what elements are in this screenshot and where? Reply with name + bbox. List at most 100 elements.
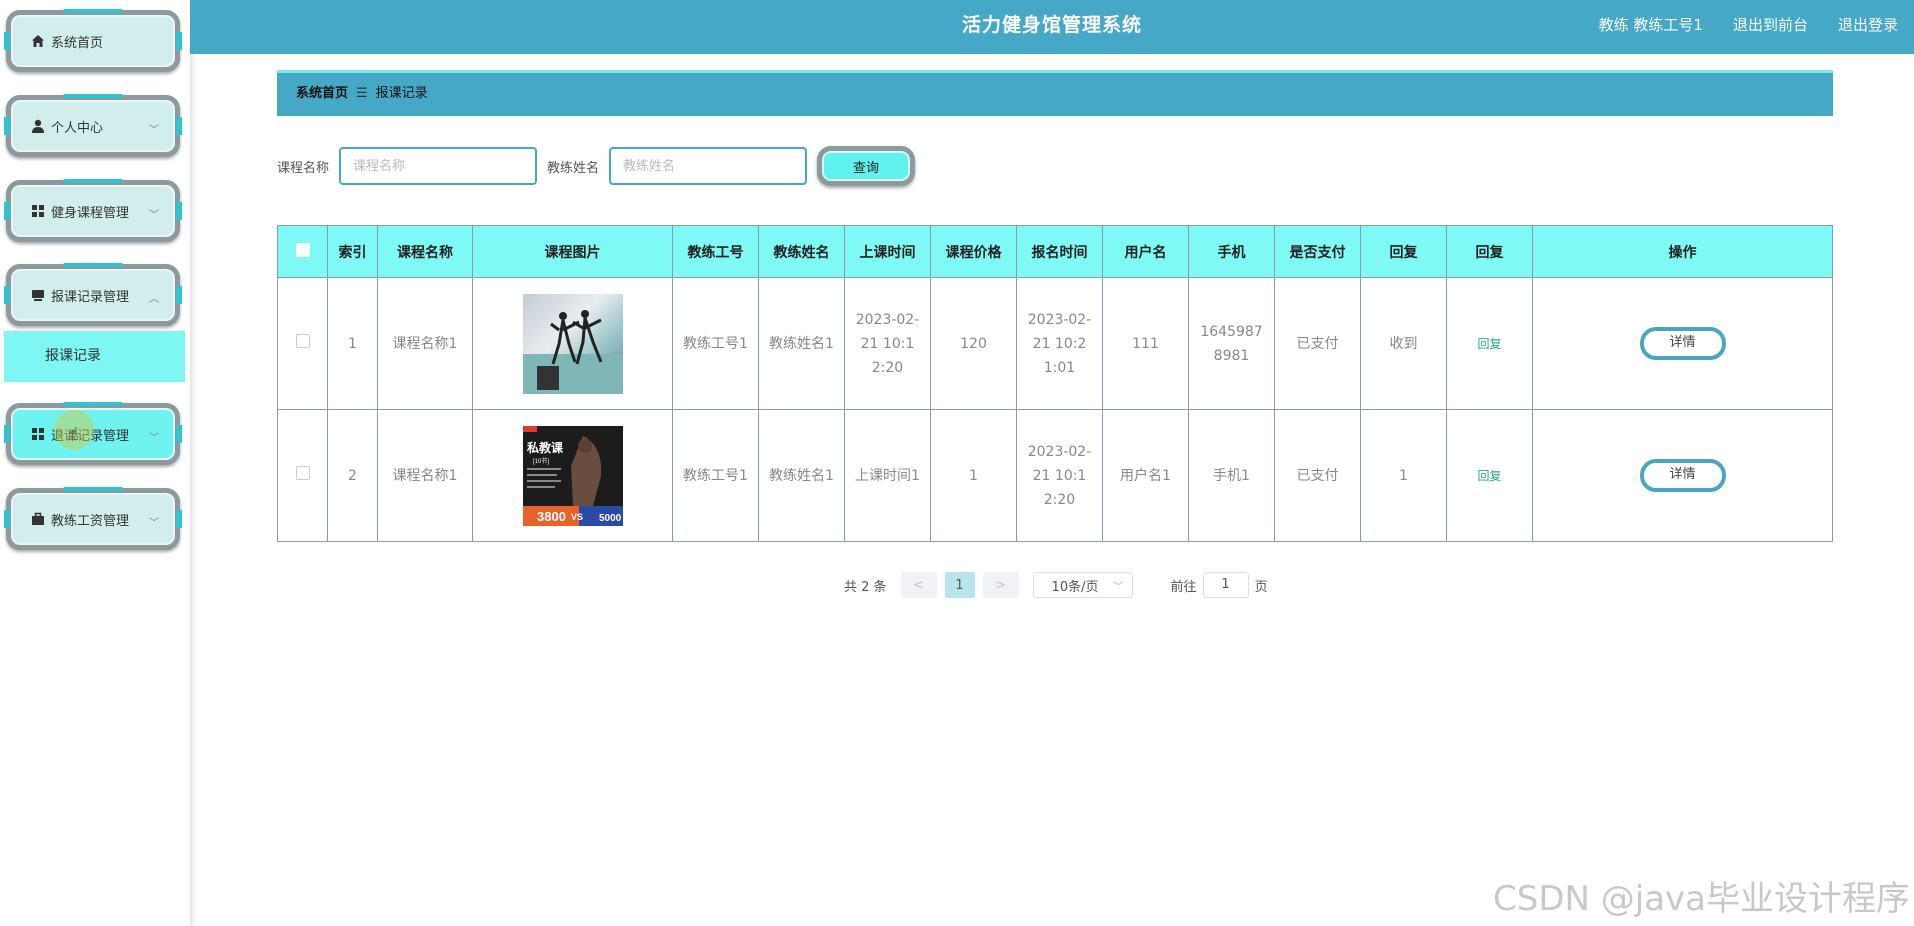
current-user[interactable]: 教练 教练工号1: [1599, 0, 1703, 50]
cell-reply: 收到: [1360, 277, 1447, 410]
chevron-down-icon: ﹀: [149, 518, 159, 529]
sidebar-item-salary-management[interactable]: 教练工资管理 ﹀: [4, 487, 182, 550]
grid-icon: [31, 204, 45, 218]
cell-index: 1: [327, 277, 378, 410]
cell-coach-name: 教练姓名1: [758, 409, 845, 542]
goto-label: 前往: [1170, 579, 1197, 595]
cell-coach-no: 教练工号1: [672, 277, 759, 410]
cell-signup-time: 2023-02-21 10:21:01: [1016, 277, 1103, 410]
cell-phone: 16459878981: [1188, 277, 1275, 410]
cell-signup-time: 2023-02-21 10:12:20: [1016, 409, 1103, 542]
breadcrumb-separator: ☰: [356, 86, 368, 101]
watermark: CSDN @java毕业设计程序: [1493, 879, 1910, 919]
column-header: 用户名: [1102, 225, 1189, 278]
user-icon: [31, 119, 45, 133]
table-row: 1 课程名称1 教练工号1 教练姓名1 2023-02-21 10:12:20: [277, 277, 1833, 410]
column-header: 课程图片: [472, 225, 673, 278]
next-page-button[interactable]: >: [982, 572, 1019, 598]
sidebar-item-enrollment-management[interactable]: 报课记录管理 ︿: [4, 263, 182, 326]
pagination: 共 2 条 < 1 > 10条/页 ﹀ 前往 1 页: [844, 572, 1268, 598]
sidebar-item-label: 报课记录管理: [51, 289, 130, 305]
select-all-checkbox[interactable]: [295, 242, 310, 257]
column-header: 课程价格: [930, 225, 1017, 278]
cell-coach-name: 教练姓名1: [758, 277, 845, 410]
top-header: 活力健身馆管理系统 教练 教练工号1 退出到前台 退出登录: [190, 0, 1914, 54]
chevron-down-icon: ﹀: [1113, 581, 1124, 593]
coach-name-label: 教练姓名: [547, 160, 600, 176]
cell-index: 2: [327, 409, 378, 542]
cell-reply: 1: [1360, 409, 1447, 542]
cell-phone: 手机1: [1188, 409, 1275, 542]
inbox-icon: [31, 288, 45, 302]
course-name-label: 课程名称: [277, 160, 330, 176]
cell-price: 120: [930, 277, 1017, 410]
cell-paid: 已支付: [1274, 277, 1361, 410]
promo-price-1: 3800: [537, 509, 566, 524]
grid-icon: [31, 427, 45, 441]
cell-paid: 已支付: [1274, 409, 1361, 542]
goto-page-input[interactable]: 1: [1202, 572, 1249, 598]
column-header: 手机: [1188, 225, 1275, 278]
column-header: 教练工号: [672, 225, 759, 278]
page-number[interactable]: 1: [944, 572, 975, 598]
cell-username: 111: [1102, 277, 1189, 410]
coach-name-input[interactable]: [609, 147, 808, 185]
breadcrumb-home[interactable]: 系统首页: [296, 86, 348, 101]
pagination-total: 共 2 条: [844, 579, 887, 595]
column-header: 操作: [1532, 225, 1833, 278]
exit-to-front-link[interactable]: 退出到前台: [1733, 0, 1808, 50]
chevron-down-icon: ﹀: [149, 125, 159, 136]
enrollment-table: 索引 课程名称 课程图片 教练工号 教练姓名 上课时间 课程价格 报名时间 用户…: [277, 225, 1833, 542]
breadcrumb-current: 报课记录: [375, 86, 428, 101]
briefcase-icon: [31, 512, 45, 526]
cell-course: 课程名称1: [377, 409, 473, 542]
page-size-select[interactable]: 10条/页 ﹀: [1032, 572, 1133, 598]
cell-username: 用户名1: [1102, 409, 1189, 542]
promo-title: 私教课: [526, 440, 564, 455]
promo-price-2: 5000: [599, 513, 622, 524]
search-bar: 课程名称 教练姓名 查询: [277, 145, 916, 187]
sidebar-item-personal-center[interactable]: 个人中心 ﹀: [4, 94, 182, 157]
sidebar-item-label: 教练工资管理: [51, 513, 130, 529]
row-checkbox[interactable]: [295, 333, 310, 348]
page-suffix: 页: [1254, 579, 1268, 595]
cell-price: 1: [930, 409, 1017, 542]
column-header: 上课时间: [844, 225, 931, 278]
logout-link[interactable]: 退出登录: [1838, 0, 1898, 50]
course-image: 私教课 [10节] 3800 VS 5000: [522, 425, 623, 526]
reply-link[interactable]: 回复: [1477, 469, 1501, 483]
prev-page-button[interactable]: <: [900, 572, 937, 598]
detail-button[interactable]: 详情: [1639, 459, 1726, 492]
cell-coach-no: 教练工号1: [672, 409, 759, 542]
cell-class-time: 上课时间1: [844, 409, 931, 542]
chevron-down-icon: ﹀: [149, 433, 159, 444]
reply-link[interactable]: 回复: [1477, 337, 1501, 351]
hand-cursor-icon: ☝: [68, 424, 79, 445]
breadcrumb: 系统首页 ☰ 报课记录: [277, 70, 1833, 116]
column-header: 索引: [327, 225, 378, 278]
sidebar: 系统首页 个人中心 ﹀ 健身课程管理 ﹀ 报课记录管理 ︿ 报课记录 退课记录管…: [0, 0, 190, 926]
cell-course: 课程名称1: [377, 277, 473, 410]
column-header: 是否支付: [1274, 225, 1361, 278]
sidebar-item-course-management[interactable]: 健身课程管理 ﹀: [4, 179, 182, 242]
column-header: 课程名称: [377, 225, 473, 278]
chevron-down-icon: ﹀: [149, 210, 159, 221]
submenu-enrollment-records[interactable]: 报课记录: [4, 331, 185, 382]
column-header: 教练姓名: [758, 225, 845, 278]
page-size-value: 10条/页: [1051, 579, 1099, 595]
query-button[interactable]: 查询: [817, 146, 916, 186]
table-row: 2 课程名称1 私教课 [10节] 3800 VS 5000 教练工号1 教练姓…: [277, 409, 1833, 542]
course-image: [522, 293, 623, 394]
column-header: 报名时间: [1016, 225, 1103, 278]
select-all-cell[interactable]: [277, 225, 328, 278]
course-name-input[interactable]: [339, 147, 538, 185]
promo-subtitle: [10节]: [533, 457, 549, 465]
sidebar-item-home[interactable]: 系统首页: [4, 9, 182, 72]
detail-button[interactable]: 详情: [1639, 327, 1726, 360]
sidebar-item-label: 健身课程管理: [51, 205, 130, 221]
cell-class-time: 2023-02-21 10:12:20: [844, 277, 931, 410]
promo-vs: VS: [571, 512, 583, 522]
column-header: 回复: [1360, 225, 1447, 278]
row-checkbox[interactable]: [295, 465, 310, 480]
sidebar-item-label: 系统首页: [51, 35, 104, 51]
